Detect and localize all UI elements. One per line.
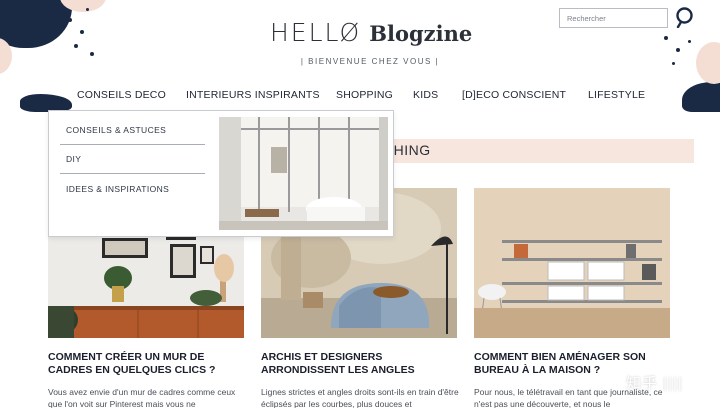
search-button[interactable] [674, 6, 696, 29]
nav-item-lifestyle[interactable]: LIFESTYLE [588, 89, 645, 101]
nav-item-deco-conscient[interactable]: [D]ECO CONSCIENT [462, 89, 566, 101]
nav-item-kids[interactable]: KIDS [413, 89, 438, 101]
nav-dropdown-conseils-deco: CONSEILS & ASTUCES DIY IDEES & INSPIRATI… [48, 110, 394, 237]
decor-dot [90, 52, 94, 56]
card-image-home-office[interactable] [474, 188, 670, 338]
dropdown-item-diy[interactable]: DIY [66, 154, 81, 164]
card-title-curved-sofa[interactable]: ARCHIS ET DESIGNERS ARRONDISSENT LES ANG… [261, 351, 461, 377]
dropdown-divider [60, 144, 205, 145]
card-title-gallery-wall[interactable]: COMMENT CRÉER UN MUR DE CADRES EN QUELQU… [48, 351, 248, 377]
main-nav: CONSEILS DECO INTERIEURS INSPIRANTS SHOP… [0, 89, 720, 103]
decor-dot [676, 48, 680, 52]
nav-item-shopping[interactable]: SHOPPING [336, 89, 393, 101]
dropdown-featured-image[interactable] [219, 117, 388, 230]
decor-dot [664, 36, 668, 40]
site-tagline: | BIENVENUE CHEZ VOUS | [300, 57, 440, 66]
logo-blogzine-text: Blogzine [369, 21, 473, 46]
decor-blob-top-left [0, 0, 72, 48]
dropdown-item-conseils-astuces[interactable]: CONSEILS & ASTUCES [66, 125, 166, 135]
nav-item-interieurs-inspirants[interactable]: INTERIEURS INSPIRANTS [186, 89, 320, 101]
nav-item-conseils-deco[interactable]: CONSEILS DECO [77, 89, 166, 101]
dropdown-divider [60, 173, 205, 174]
site-logo[interactable]: HELLØ Blogzine [270, 18, 472, 47]
search-icon [676, 7, 693, 29]
logo-hello-text: HELLØ [270, 18, 362, 47]
decor-dot [68, 18, 72, 22]
decor-dot [688, 40, 691, 43]
card-excerpt-gallery-wall: Vous avez envie d'un mur de cadres comme… [48, 387, 236, 408]
card-excerpt-curved-sofa: Lignes strictes et angles droits sont-il… [261, 387, 459, 408]
decor-dot [74, 44, 78, 48]
dropdown-item-idees-inspirations[interactable]: IDEES & INSPIRATIONS [66, 184, 169, 194]
decor-dot [80, 30, 84, 34]
search-input[interactable] [559, 8, 668, 28]
watermark: 知乎 |||| [626, 375, 683, 392]
decor-dot [86, 8, 89, 11]
